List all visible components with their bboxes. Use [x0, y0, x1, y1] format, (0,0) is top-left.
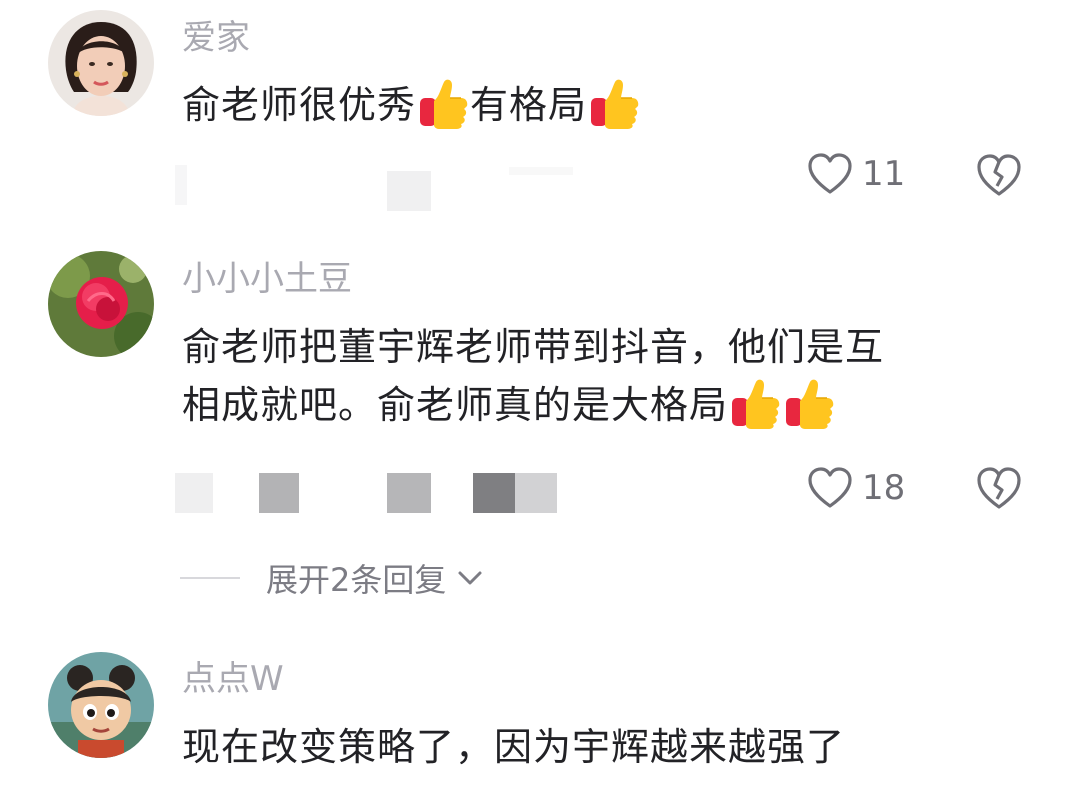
- divider: [180, 577, 240, 579]
- expand-replies-label: 展开2条回复: [266, 561, 447, 599]
- blurred-meta: [175, 473, 213, 513]
- expand-replies-button[interactable]: 展开2条回复: [180, 555, 486, 601]
- comment-text-line: 俞老师把董宇辉老师带到抖音，他们是互: [182, 325, 885, 369]
- comment-text-part: 有格局: [470, 83, 588, 127]
- thumbs-up-emoji-icon: [588, 76, 640, 130]
- thumbs-up-emoji-icon: [729, 376, 781, 430]
- comment-text-line: 相成就吧。俞老师真的是大格局: [182, 376, 1012, 434]
- blurred-meta: [387, 171, 431, 211]
- like-count: 11: [862, 154, 906, 194]
- avatar[interactable]: [48, 10, 154, 116]
- comment-meta-blurred: [175, 470, 557, 516]
- broken-heart-icon[interactable]: [975, 465, 1023, 511]
- like-button[interactable]: 18: [806, 466, 905, 510]
- comment-meta-blurred: [175, 162, 573, 211]
- chevron-down-icon: [458, 571, 482, 585]
- heart-outline-icon: [806, 466, 854, 510]
- blurred-meta: [509, 167, 573, 175]
- comment-text-part: 俞老师很优秀: [182, 83, 417, 127]
- comment-text: 俞老师很优秀 有格局: [182, 76, 1012, 134]
- blurred-meta: [187, 165, 387, 205]
- blurred-meta: [515, 473, 557, 513]
- like-button[interactable]: 11: [806, 152, 905, 196]
- avatar[interactable]: [48, 251, 154, 357]
- thumbs-up-emoji-icon: [783, 376, 835, 430]
- blurred-meta: [213, 473, 259, 513]
- comment-text: 现在改变策略了，因为宇辉越来越强了: [182, 725, 846, 769]
- blurred-meta: [175, 165, 187, 205]
- comment-username[interactable]: 爱家: [182, 16, 250, 60]
- comment-text-part: 相成就吧。俞老师真的是大格局: [182, 383, 729, 427]
- blurred-meta: [473, 473, 515, 513]
- blurred-meta: [387, 473, 431, 513]
- blurred-meta: [431, 473, 473, 513]
- avatar[interactable]: [48, 652, 154, 758]
- heart-outline-icon: [806, 152, 854, 196]
- like-count: 18: [862, 468, 906, 508]
- blurred-meta: [299, 473, 387, 513]
- broken-heart-icon[interactable]: [975, 152, 1023, 198]
- comment-username[interactable]: 小小小土豆: [182, 257, 352, 301]
- blurred-meta: [259, 473, 299, 513]
- blurred-meta: [431, 165, 509, 205]
- comment-username[interactable]: 点点W: [182, 657, 284, 701]
- comment-text: 俞老师把董宇辉老师带到抖音，他们是互 相成就吧。俞老师真的是大格局: [182, 318, 1012, 434]
- thumbs-up-emoji-icon: [417, 76, 469, 130]
